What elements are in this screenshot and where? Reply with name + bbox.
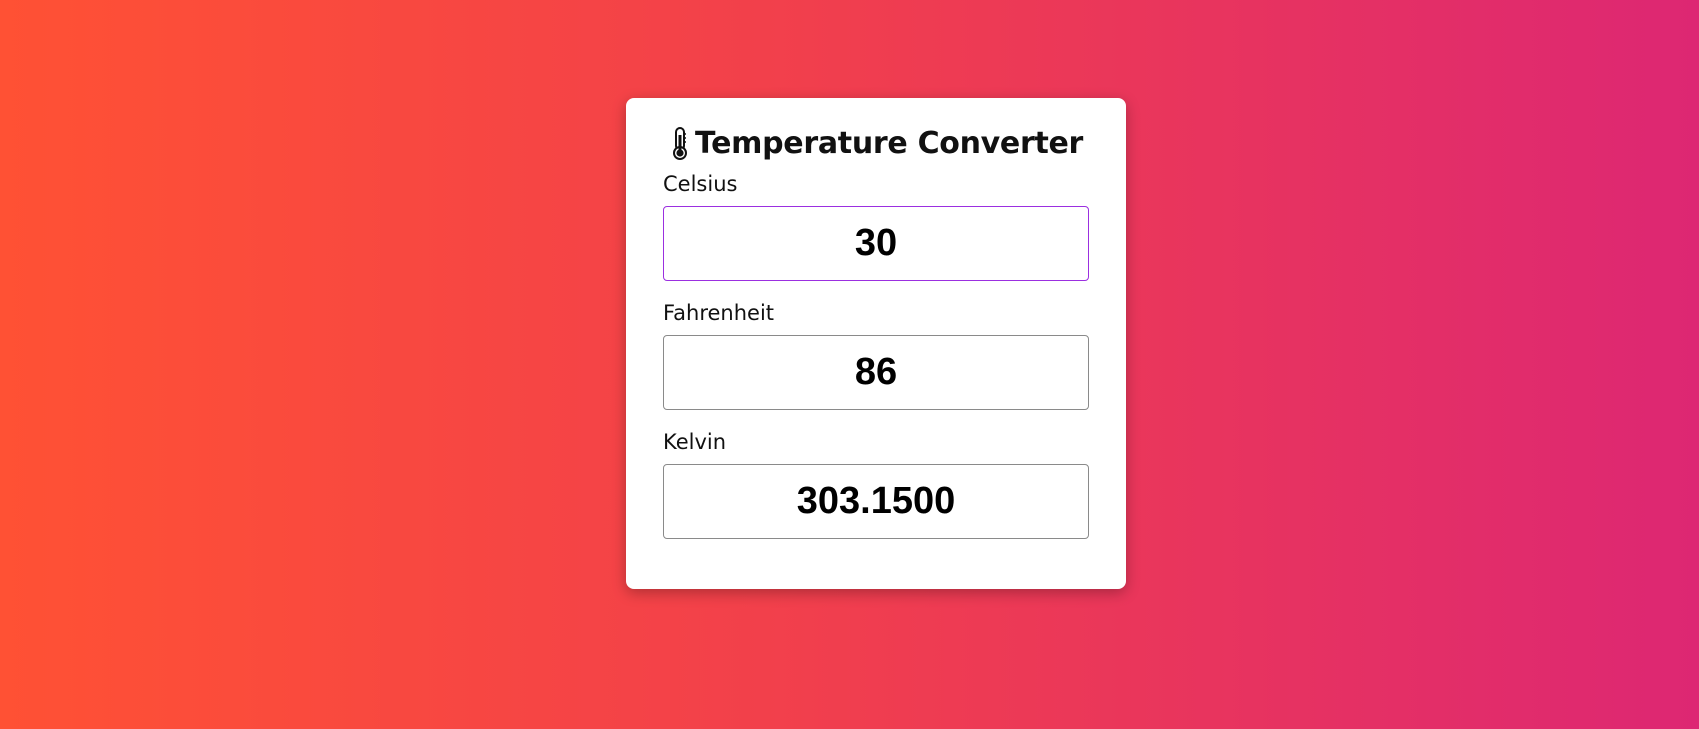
fahrenheit-input[interactable]: 86 <box>663 335 1089 410</box>
converter-card: Temperature Converter Celsius 30 Fahrenh… <box>626 98 1126 589</box>
fahrenheit-label: Fahrenheit <box>663 301 775 325</box>
kelvin-label: Kelvin <box>663 430 727 454</box>
celsius-input[interactable]: 30 <box>663 206 1089 281</box>
page-title-text: Temperature Converter <box>694 125 1084 161</box>
page-title: Temperature Converter <box>663 125 1089 161</box>
kelvin-input[interactable]: 303.1500 <box>663 464 1089 539</box>
celsius-label: Celsius <box>663 172 738 196</box>
thermometer-icon <box>669 125 691 161</box>
